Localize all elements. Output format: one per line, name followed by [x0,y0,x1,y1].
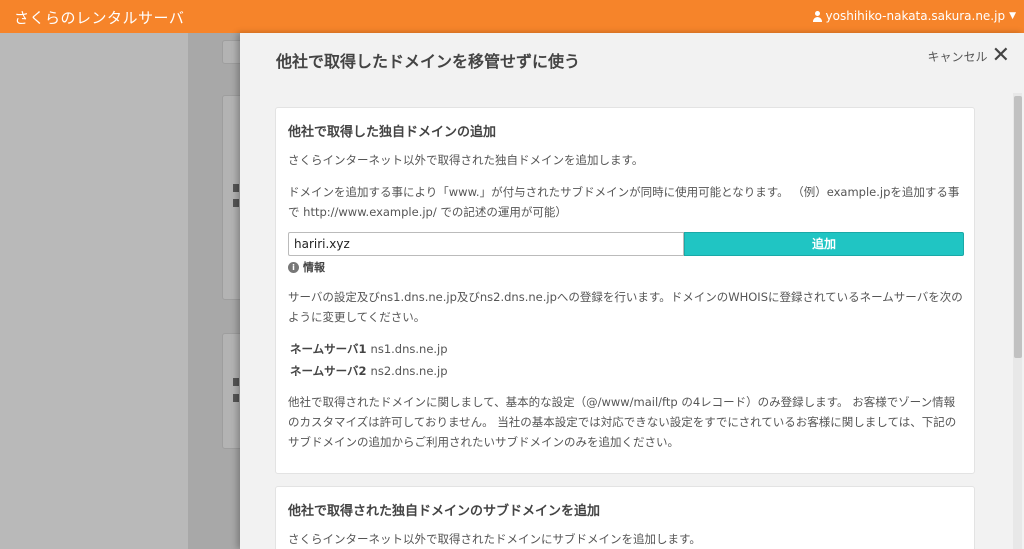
user-icon [812,10,823,22]
domain-input[interactable] [288,232,684,256]
info-text: サーバの設定及びns1.dns.ne.jp及びns2.dns.ne.jpへの登録… [288,290,963,324]
add-domain-card: 他社で取得した独自ドメインの追加 さくらインターネット以外で取得された独自ドメイ… [275,107,975,474]
cancel-button[interactable]: キャンセル ✕ [927,45,1010,67]
card-description: さくらインターネット以外で取得された独自ドメインを追加します。 [288,153,644,167]
add-subdomain-card: 他社で取得された独自ドメインのサブドメインを追加 さくらインターネット以外で取得… [275,486,975,549]
top-bar: さくらのレンタルサーバ yoshihiko-nakata.sakura.ne.j… [0,0,1024,33]
nameserver-label: ネームサーバ1 [290,342,367,356]
add-button[interactable]: 追加 [684,232,964,256]
scrollbar-thumb[interactable] [1014,96,1022,358]
nameserver-value: ns2.dns.ne.jp [370,364,448,378]
background-sidebar [0,33,188,549]
card-title: 他社で取得した独自ドメインの追加 [288,125,497,140]
modal-title: 他社で取得したドメインを移管せずに使う [276,52,581,71]
account-name: yoshihiko-nakata.sakura.ne.jp [825,9,1006,23]
modal-scrollbar[interactable] [1013,93,1022,549]
brand-title[interactable]: さくらのレンタルサーバ [14,7,184,28]
card-title: 他社で取得された独自ドメインのサブドメインを追加 [288,504,601,519]
chevron-down-icon: ▼ [1009,11,1016,21]
info-heading: i 情報 [288,259,325,275]
modal-panel: 他社で取得したドメインを移管せずに使う キャンセル ✕ 他社で取得した独自ドメイ… [240,33,1024,549]
nameserver-row: ネームサーバ1 ns1.dns.ne.jp [290,341,448,357]
card-description: ドメインを追加する事により「www.」が付与されたサブドメインが同時に使用可能と… [288,185,960,219]
cancel-label: キャンセル [927,49,988,64]
close-icon[interactable]: ✕ [992,45,1010,67]
note-text: 他社で取得されたドメインに関しまして、基本的な設定（@/www/mail/ftp… [288,395,957,449]
nameserver-row: ネームサーバ2 ns2.dns.ne.jp [290,363,448,379]
nameserver-value: ns1.dns.ne.jp [370,342,448,356]
nameserver-label: ネームサーバ2 [290,364,367,378]
account-menu[interactable]: yoshihiko-nakata.sakura.ne.jp ▼ [812,9,1016,23]
info-label: 情報 [303,261,325,274]
info-icon: i [288,261,299,273]
card-description: さくらインターネット以外で取得されたドメインにサブドメインを追加します。 [288,532,701,546]
